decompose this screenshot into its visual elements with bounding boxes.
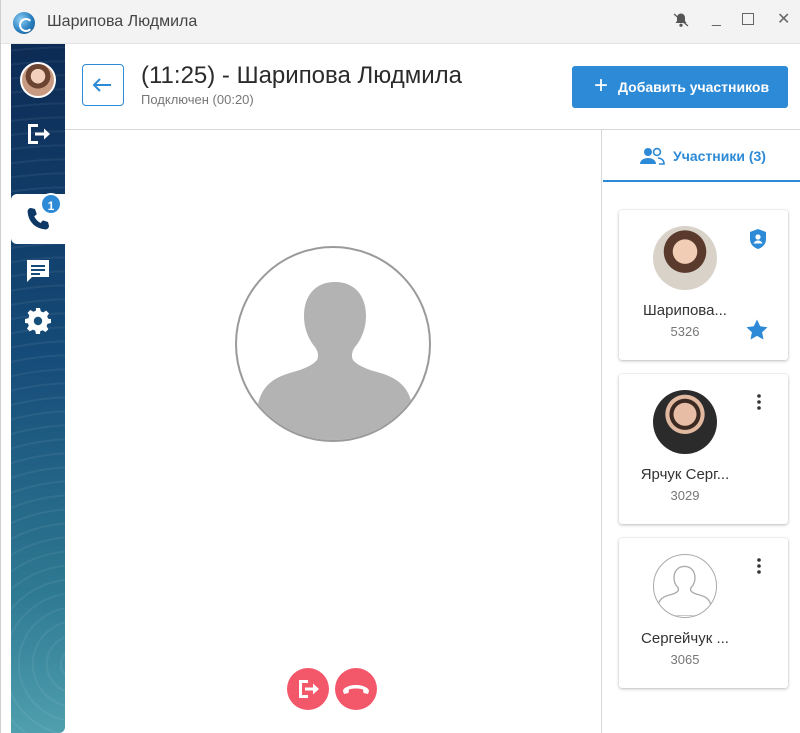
add-participants-label: Добавить участников bbox=[618, 79, 770, 95]
leave-call-button[interactable] bbox=[287, 668, 329, 710]
app-logo-icon bbox=[13, 12, 35, 34]
app-window: Шарипова Людмила _ ✕ 1 (11:25) - Шарипов… bbox=[0, 0, 800, 733]
call-count-badge: 1 bbox=[40, 193, 62, 215]
participant-number: 3029 bbox=[670, 488, 700, 503]
tab-participants[interactable]: Участники (3) bbox=[603, 130, 800, 182]
hangup-icon bbox=[343, 685, 369, 694]
star-icon bbox=[746, 319, 768, 340]
avatar bbox=[653, 226, 717, 290]
panel-divider bbox=[601, 130, 602, 733]
participant-card[interactable]: Сергейчук ... 3065 bbox=[619, 538, 788, 688]
notification-icon[interactable] bbox=[673, 12, 689, 28]
user-silhouette-icon bbox=[657, 565, 712, 617]
tab-participants-label: Участники (3) bbox=[673, 148, 766, 164]
maximize-button[interactable] bbox=[742, 13, 754, 25]
user-silhouette-icon bbox=[257, 282, 413, 440]
back-button[interactable] bbox=[82, 64, 124, 106]
participant-number: 5326 bbox=[670, 324, 700, 339]
participant-number: 3065 bbox=[670, 652, 700, 667]
more-options-icon[interactable] bbox=[751, 392, 767, 412]
call-title: (11:25) - Шарипова Людмила bbox=[141, 62, 463, 89]
sidebar: 1 bbox=[11, 44, 65, 733]
close-button[interactable]: ✕ bbox=[777, 11, 790, 29]
participant-name: Сергейчук ... bbox=[641, 630, 729, 647]
avatar[interactable] bbox=[20, 62, 56, 98]
avatar bbox=[653, 390, 717, 454]
minimize-button[interactable]: _ bbox=[712, 10, 721, 28]
more-options-icon[interactable] bbox=[751, 556, 767, 576]
hangup-button[interactable] bbox=[335, 668, 377, 710]
shield-icon bbox=[750, 229, 766, 249]
call-status: Подключен (00:20) bbox=[141, 92, 254, 107]
calls-nav-item[interactable]: 1 bbox=[11, 193, 65, 244]
participant-card[interactable]: Шарипова... 5326 bbox=[619, 210, 788, 360]
gear-icon[interactable] bbox=[23, 306, 53, 336]
leave-call-icon bbox=[299, 680, 319, 698]
plus-icon: + bbox=[594, 72, 609, 99]
participant-name: Шарипова... bbox=[643, 302, 727, 319]
arrow-left-icon bbox=[92, 78, 111, 92]
avatar bbox=[653, 554, 717, 618]
users-icon bbox=[640, 147, 665, 165]
participant-name: Ярчук Серг... bbox=[640, 466, 730, 483]
window-title: Шарипова Людмила bbox=[47, 13, 198, 30]
add-participants-button[interactable]: + Добавить участников bbox=[572, 66, 788, 108]
logout-icon[interactable] bbox=[23, 119, 53, 149]
title-bar: Шарипова Людмила _ ✕ bbox=[1, 0, 800, 44]
remote-participant-avatar bbox=[235, 246, 431, 442]
participant-card[interactable]: Ярчук Серг... 3029 bbox=[619, 374, 788, 524]
chat-icon[interactable] bbox=[23, 256, 53, 286]
